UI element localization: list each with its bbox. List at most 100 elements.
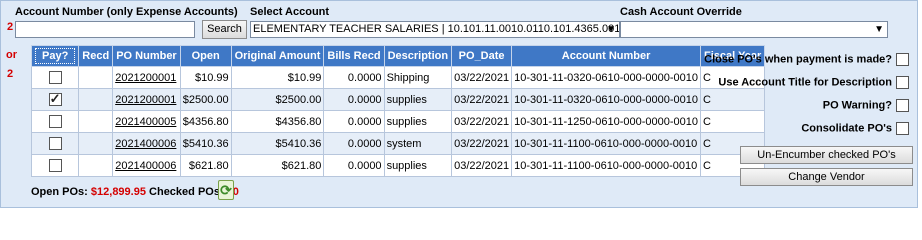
table-row: 2021400006 $621.80 $621.80 0.0000 supplies 03… <box>30 154 766 177</box>
po-number-cell[interactable]: 2021400005 <box>112 110 181 133</box>
description-cell: Shipping <box>383 66 453 89</box>
description-cell: supplies <box>383 110 453 133</box>
original-amount-cell: $5410.36 <box>230 132 325 155</box>
bills-recd-cell: 0.0000 <box>323 110 385 133</box>
col-original-amount[interactable]: Original Amount <box>230 45 325 67</box>
open-pos-label: Open POs: <box>31 186 88 198</box>
account-number-cell: 10-301-11-0320-0610-000-0000-0010 <box>511 88 702 111</box>
select-account-dropdown[interactable]: ELEMENTARY TEACHER SALARIES | 10.101.11.… <box>250 21 620 38</box>
recd-cell <box>78 88 114 111</box>
marker-bottom: 2 <box>7 68 14 80</box>
col-pay[interactable]: Pay? <box>30 45 80 67</box>
table-row: 2021400006 $5410.36 $5410.36 0.0000 system 03… <box>30 132 766 155</box>
recd-cell <box>78 132 114 155</box>
col-bills-recd[interactable]: Bills Recd <box>323 45 385 67</box>
po-table: Pay? Recd PO Number Open Original Amount… <box>30 45 766 177</box>
marker-or: or <box>6 49 17 61</box>
po-number-link[interactable]: 2021400006 <box>115 160 176 172</box>
account-number-cell: 10-301-11-0320-0610-000-0000-0010 <box>511 66 702 89</box>
po-date-cell: 03/22/2021 <box>451 66 513 89</box>
consolidate-checkbox[interactable] <box>896 122 909 135</box>
select-account-label: Select Account <box>250 6 330 18</box>
account-number-cell: 10-301-11-1100-0610-000-0000-0010 <box>511 154 702 177</box>
change-vendor-button[interactable]: Change Vendor <box>740 168 913 186</box>
use-account-title-option: Use Account Title for Description <box>718 76 909 89</box>
search-button[interactable]: Search <box>202 20 247 39</box>
po-warning-checkbox[interactable] <box>896 99 909 112</box>
footer-totals: Open POs: $12,899.95 Checked POs: $0 <box>31 186 239 198</box>
description-cell: supplies <box>383 88 453 111</box>
pay-checkbox-cell[interactable] <box>30 88 80 111</box>
po-warning-label: PO Warning? <box>822 99 892 112</box>
description-cell: supplies <box>383 154 453 177</box>
po-number-cell[interactable]: 2021200001 <box>112 88 181 111</box>
po-number-link[interactable]: 2021400006 <box>115 138 176 150</box>
po-number-link[interactable]: 2021200001 <box>115 94 176 106</box>
open-cell: $2500.00 <box>179 88 232 111</box>
po-date-cell: 03/22/2021 <box>451 132 513 155</box>
table-header-row: Pay? Recd PO Number Open Original Amount… <box>30 45 766 67</box>
pay-checkbox-cell[interactable] <box>30 66 80 89</box>
col-po-number[interactable]: PO Number <box>112 45 181 67</box>
account-number-cell: 10-301-11-1100-0610-000-0000-0010 <box>511 132 702 155</box>
cash-override-dropdown[interactable]: ▼ <box>620 21 888 38</box>
marker-top: 2 <box>7 21 14 33</box>
bills-recd-cell: 0.0000 <box>323 88 385 111</box>
description-cell: system <box>383 132 453 155</box>
chevron-down-icon: ▼ <box>874 24 884 35</box>
table-row: 2021200001$2500.00$2500.000.0000supplies… <box>30 88 766 111</box>
use-account-title-checkbox[interactable] <box>896 76 909 89</box>
col-open[interactable]: Open <box>179 45 232 67</box>
consolidate-label: Consolidate PO's <box>801 122 892 135</box>
col-description[interactable]: Description <box>383 45 453 67</box>
pay-checkbox[interactable] <box>48 115 62 128</box>
chevron-down-icon: ▼ <box>606 24 616 35</box>
po-date-cell: 03/22/2021 <box>451 88 513 111</box>
pay-checkbox-cell[interactable] <box>30 110 80 133</box>
open-cell: $10.99 <box>179 66 232 89</box>
fiscal-year-cell: C <box>700 110 766 133</box>
bills-recd-cell: 0.0000 <box>323 132 385 155</box>
refresh-icon[interactable]: ⟳ <box>218 180 234 200</box>
col-account-number[interactable]: Account Number <box>511 45 702 67</box>
original-amount-cell: $4356.80 <box>230 110 325 133</box>
original-amount-cell: $10.99 <box>230 66 325 89</box>
po-payment-panel: Account Number (only Expense Accounts) S… <box>0 0 918 208</box>
pay-checkbox-cell[interactable] <box>30 132 80 155</box>
po-warning-option: PO Warning? <box>823 99 909 112</box>
close-po-label: Close PO's when payment is made? <box>704 53 892 66</box>
select-account-value: ELEMENTARY TEACHER SALARIES | 10.101.11.… <box>253 23 620 35</box>
pay-checkbox[interactable] <box>48 159 62 172</box>
unencumber-button[interactable]: Un-Encumber checked PO's <box>740 146 913 164</box>
pay-checkbox[interactable] <box>48 137 62 150</box>
po-number-cell[interactable]: 2021400006 <box>112 154 181 177</box>
use-account-title-label: Use Account Title for Description <box>718 76 892 89</box>
open-cell: $4356.80 <box>179 110 232 133</box>
table-row: 2021200001 $10.99 $10.99 0.0000 Shipping 03/2… <box>30 66 766 89</box>
open-pos-value: $12,899.95 <box>90 186 146 198</box>
close-po-checkbox[interactable] <box>896 53 909 66</box>
pay-checkbox[interactable] <box>48 91 62 107</box>
recd-cell <box>78 66 114 89</box>
bills-recd-cell: 0.0000 <box>323 154 385 177</box>
open-cell: $5410.36 <box>179 132 232 155</box>
po-number-cell[interactable]: 2021200001 <box>112 66 181 89</box>
pay-checkbox[interactable] <box>48 71 62 84</box>
recd-cell <box>78 110 114 133</box>
account-number-cell: 10-301-11-1250-0610-000-0000-0010 <box>511 110 702 133</box>
consolidate-option: Consolidate PO's <box>801 122 909 135</box>
checked-pos-label: Checked POs: <box>149 186 224 198</box>
po-date-cell: 03/22/2021 <box>451 110 513 133</box>
close-po-option: Close PO's when payment is made? <box>704 53 909 66</box>
fiscal-year-cell: C <box>700 88 766 111</box>
col-recd[interactable]: Recd <box>78 45 114 67</box>
po-number-link[interactable]: 2021200001 <box>115 72 176 84</box>
recd-cell <box>78 154 114 177</box>
original-amount-cell: $621.80 <box>230 154 325 177</box>
pay-checkbox-cell[interactable] <box>30 154 80 177</box>
po-number-link[interactable]: 2021400005 <box>115 116 176 128</box>
col-po-date[interactable]: PO_Date <box>451 45 513 67</box>
account-number-input[interactable] <box>15 21 195 38</box>
po-number-cell[interactable]: 2021400006 <box>112 132 181 155</box>
open-cell: $621.80 <box>179 154 232 177</box>
